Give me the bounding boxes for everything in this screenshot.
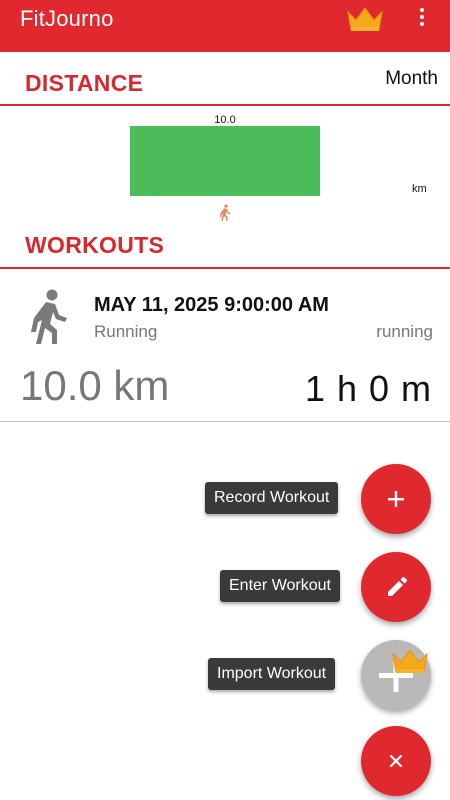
chart-unit-label: km <box>412 183 427 195</box>
workouts-divider <box>0 267 450 269</box>
plus-icon <box>388 491 404 507</box>
period-selector[interactable]: Month <box>385 68 438 90</box>
chart-bar <box>130 126 320 196</box>
enter-workout-button[interactable] <box>361 552 431 622</box>
record-workout-button[interactable] <box>361 464 431 534</box>
chart-data-label: 10.0 <box>214 114 235 126</box>
pencil-icon <box>388 577 407 596</box>
more-vert-icon[interactable] <box>412 5 432 33</box>
distance-section-title: DISTANCE <box>25 70 144 96</box>
enter-workout-label[interactable]: Enter Workout <box>220 570 340 602</box>
workout-distance: 10.0 km <box>20 362 170 409</box>
workout-date: MAY 11, 2025 9:00:00 AM <box>94 294 329 316</box>
workout-divider <box>0 421 450 422</box>
record-workout-label[interactable]: Record Workout <box>205 482 339 514</box>
workout-type: Running <box>94 322 158 341</box>
workout-list-item[interactable]: MAY 11, 2025 9:00:00 AM Running running … <box>0 272 450 422</box>
distance-chart-svg: 10.0 km <box>130 114 427 221</box>
close-icon <box>389 754 403 768</box>
crown-icon[interactable] <box>346 5 384 33</box>
app-bar: FitJourno <box>0 0 450 52</box>
running-icon <box>219 204 231 221</box>
import-workout-label[interactable]: Import Workout <box>208 658 336 690</box>
workouts-section-title: WORKOUTS <box>25 232 165 258</box>
running-icon <box>22 288 70 348</box>
close-menu-button[interactable] <box>361 726 431 796</box>
app-title: FitJourno <box>20 6 114 31</box>
distance-chart: 10.0 km <box>0 106 450 230</box>
workout-tag: running <box>376 322 433 341</box>
crown-icon <box>391 647 429 675</box>
workout-duration: 1 h 0 m <box>304 368 432 409</box>
